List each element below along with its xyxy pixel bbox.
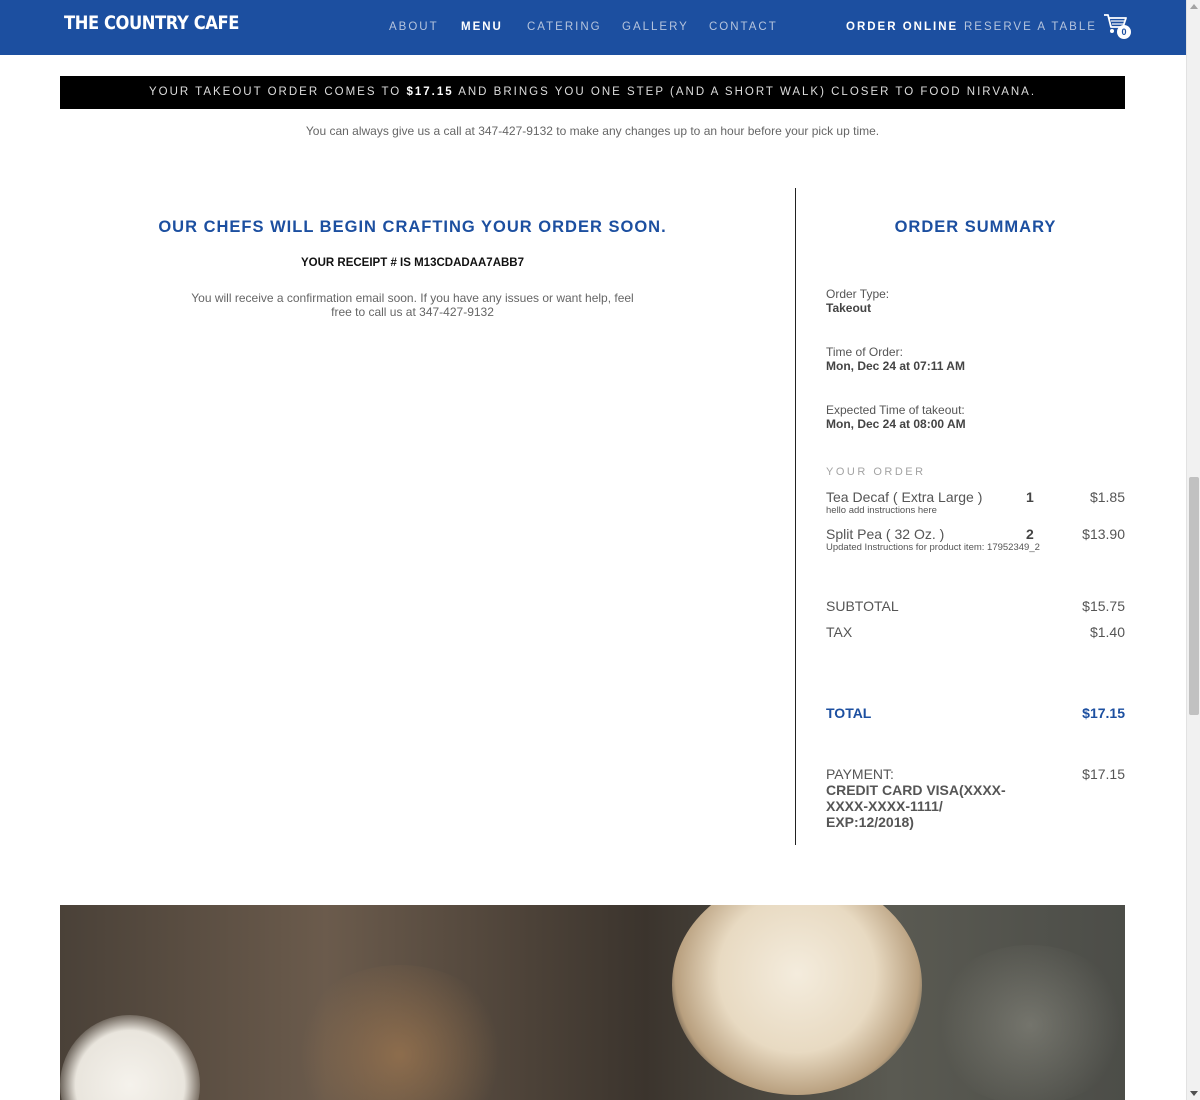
scroll-up-icon[interactable]	[1190, 4, 1198, 9]
nav-link-gallery[interactable]: GALLERY	[622, 21, 689, 33]
nav-link-menu[interactable]: MENU	[461, 21, 503, 33]
item-note: hello add instructions here	[826, 505, 937, 516]
nav-link-catering[interactable]: CATERING	[527, 21, 602, 33]
time-of-order-value: Mon, Dec 24 at 07:11 AM	[826, 359, 965, 373]
order-type-value: Takeout	[826, 301, 872, 315]
subtotal-label: SUBTOTAL	[826, 598, 899, 614]
order-summary-title: ORDER SUMMARY	[894, 218, 1057, 236]
item-quantity: 2	[1026, 526, 1034, 542]
food-photo	[60, 905, 1125, 1100]
order-type-label: Order Type:	[826, 287, 890, 301]
payment-label: PAYMENT:	[826, 766, 894, 782]
order-online-link[interactable]: ORDER ONLINE	[846, 21, 958, 33]
payment-amount: $17.15	[1082, 766, 1125, 782]
scroll-down-icon[interactable]	[1190, 1091, 1198, 1096]
confirmation-heading: OUR CHEFS WILL BEGIN CRAFTING YOUR ORDER…	[158, 218, 667, 236]
expected-time-value: Mon, Dec 24 at 08:00 AM	[826, 417, 966, 431]
tax-value: $1.40	[1089, 624, 1125, 640]
tax-label: TAX	[826, 624, 853, 640]
banner-prefix: YOUR TAKEOUT ORDER COMES TO	[148, 86, 407, 98]
confirmation-message: You will receive a confirmation email so…	[191, 291, 634, 319]
banner-amount: $17.15	[406, 86, 454, 98]
cart-button[interactable]: 0	[1103, 13, 1133, 41]
order-total-banner: YOUR TAKEOUT ORDER COMES TO $17.15 AND B…	[60, 76, 1125, 109]
nav-link-contact[interactable]: CONTACT	[709, 21, 778, 33]
your-order-label: YOUR ORDER	[826, 466, 926, 478]
receipt-number: YOUR RECEIPT # IS M13CDADAA7ABB7	[300, 257, 524, 269]
nav-link-about[interactable]: ABOUT	[389, 21, 439, 33]
total-value: $17.15	[1082, 705, 1125, 721]
item-price: $1.85	[1089, 489, 1125, 505]
time-of-order-label: Time of Order:	[826, 345, 903, 359]
scroll-thumb[interactable]	[1189, 477, 1199, 715]
site-logo[interactable]: THE COUNTRY CAFE	[64, 12, 239, 34]
item-name: Split Pea ( 32 Oz. )	[826, 526, 945, 542]
top-navbar: THE COUNTRY CAFE ABOUT MENU CATERING GAL…	[0, 0, 1186, 55]
item-quantity: 1	[1026, 489, 1034, 505]
cart-count-badge: 0	[1117, 25, 1131, 39]
banner-suffix: AND BRINGS YOU ONE STEP (AND A SHORT WAL…	[453, 86, 1037, 98]
item-price: $13.90	[1082, 526, 1125, 542]
expected-time-label: Expected Time of takeout:	[826, 403, 965, 417]
column-divider	[795, 188, 796, 845]
item-note: Updated Instructions for product item: 1…	[826, 542, 1040, 553]
reserve-table-link[interactable]: RESERVE A TABLE	[964, 21, 1097, 33]
total-label: TOTAL	[826, 705, 872, 721]
item-name: Tea Decaf ( Extra Large )	[826, 489, 983, 505]
payment-method: CREDIT CARD VISA(XXXX-XXXX-XXXX-1111/ EX…	[826, 782, 1006, 830]
subtotal-value: $15.75	[1082, 598, 1125, 614]
page-scrollbar[interactable]	[1186, 0, 1200, 1100]
call-note: You can always give us a call at 347-427…	[305, 124, 880, 138]
